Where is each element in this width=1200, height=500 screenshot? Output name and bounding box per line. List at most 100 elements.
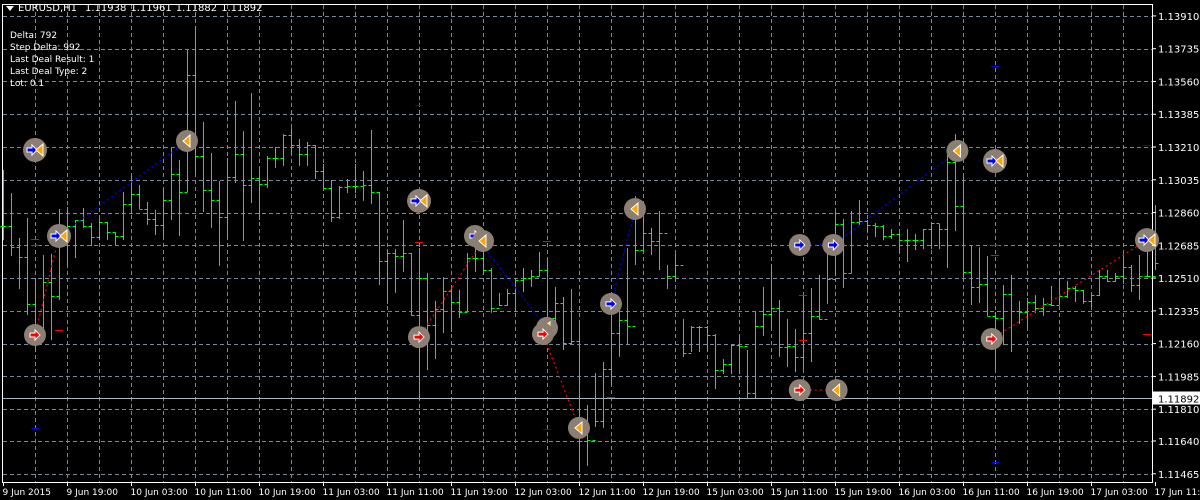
- time-tick-label: 15 Jun 19:00: [835, 488, 892, 498]
- trade-marker-buy-close[interactable]: [47, 223, 71, 248]
- trade-marker-buy[interactable]: [822, 233, 845, 256]
- ohlc-bar: [88, 223, 95, 247]
- ohlc-bar: [768, 264, 775, 328]
- time-axis[interactable]: 9 Jun 2015 9 Jun 19:00 10 Jun 03:00 10 Jun …: [3, 482, 1200, 498]
- ohlc-bar: [896, 232, 903, 253]
- trade-marker-close[interactable]: [472, 230, 494, 253]
- time-tick-label: 10 Jun 03:00: [131, 488, 188, 498]
- trade-marker-buy[interactable]: [600, 292, 622, 315]
- time-tick-label: 17 Jun 03:00: [1091, 488, 1148, 498]
- ohlc-low: 1.11882: [175, 3, 218, 14]
- price-tick-label: 1.13910: [1158, 12, 1199, 23]
- symbol-timeframe: EURUSD,H1: [18, 3, 78, 14]
- ohlc-bar: [432, 300, 439, 359]
- sell-trade-line: [991, 239, 1148, 340]
- ohlc-bar: [984, 255, 991, 317]
- time-tick-label: 10 Jun 11:00: [195, 488, 252, 498]
- ohlc-bar: [1096, 270, 1103, 297]
- trade-marker-buy-close[interactable]: [1135, 228, 1159, 253]
- price-tick-label: 1.11810: [1158, 405, 1199, 416]
- time-tick-label: 9 Jun 19:00: [67, 488, 119, 498]
- time-tick-label: 11 Jun 19:00: [451, 488, 508, 498]
- ohlc-bar: [312, 144, 319, 180]
- time-tick-label: 11 Jun 11:00: [387, 488, 444, 498]
- trade-marker-sell[interactable]: [980, 327, 1003, 350]
- ohlc-bar: [688, 326, 695, 354]
- ohlc-bar: [920, 229, 927, 250]
- ohlc-bar: [224, 158, 231, 239]
- trade-marker-close[interactable]: [568, 416, 590, 439]
- ohlc-bar: [736, 337, 743, 374]
- trade-marker-buy-close[interactable]: [23, 138, 47, 162]
- ohlc-bar: [384, 249, 391, 304]
- dropdown-triangle-icon[interactable]: [6, 6, 14, 11]
- ohlc-bar: [616, 308, 623, 357]
- ohlc-bar: [944, 153, 951, 268]
- ohlc-bar: [960, 176, 967, 278]
- ohlc-bar: [864, 220, 871, 233]
- info-step-delta: Step Delta: 992: [10, 43, 81, 53]
- price-chart[interactable]: 1.13910 1.13735 1.13560 1.13385 1.13210 1.130…: [0, 0, 1200, 500]
- ohlc-bar: [656, 211, 663, 271]
- ohlc-bar: [712, 334, 719, 389]
- ohlc-high: 1.11961: [130, 3, 172, 14]
- trade-marker-close[interactable]: [946, 139, 969, 162]
- time-tick-label: 11 Jun 03:00: [323, 488, 380, 498]
- ohlc-bar: [840, 218, 847, 289]
- trade-marker-close[interactable]: [624, 197, 646, 220]
- time-tick-label: 12 Jun 03:00: [515, 488, 572, 498]
- ohlc-bar: [648, 227, 655, 256]
- ohlc-bar: [856, 200, 863, 225]
- ohlc-bar: [792, 329, 799, 373]
- price-tick-label: 1.13385: [1158, 110, 1199, 121]
- ohlc-bar: [320, 164, 327, 189]
- ohlc-bar: [344, 179, 351, 194]
- trade-marker-sell[interactable]: [408, 326, 430, 349]
- ohlc-bar: [440, 276, 447, 333]
- trade-marker-buy-close[interactable]: [983, 149, 1007, 174]
- ohlc-bar: [672, 253, 679, 283]
- price-tick-label: 1.13035: [1158, 176, 1199, 187]
- time-tick-label: 15 Jun 03:00: [707, 488, 764, 498]
- ohlc-bar: [808, 288, 815, 362]
- trade-marker-close[interactable]: [176, 130, 198, 153]
- price-tick-label: 1.12860: [1158, 209, 1199, 220]
- ohlc-bar: [136, 185, 143, 210]
- trade-marker-close[interactable]: [825, 379, 848, 402]
- ohlc-bar: [24, 217, 31, 315]
- current-price-label: 1.11892: [1158, 395, 1199, 406]
- ohlc-bar: [1120, 253, 1127, 284]
- price-tick-label: 1.12510: [1158, 274, 1199, 285]
- ohlc-bar: [8, 193, 15, 256]
- price-axis[interactable]: 1.13910 1.13735 1.13560 1.13385 1.13210 1.130…: [1152, 12, 1200, 481]
- trade-marker-sell[interactable]: [788, 379, 811, 402]
- ohlc-bar: [392, 249, 399, 293]
- ohlc-bar: [880, 224, 887, 241]
- price-tick-label: 1.13560: [1158, 77, 1199, 88]
- ohlc-bar: [528, 270, 535, 287]
- ohlc-bar: [1040, 297, 1047, 316]
- ohlc-bar: [168, 147, 175, 221]
- ohlc-bar: [696, 326, 703, 353]
- ohlc-bar: [280, 134, 287, 166]
- ohlc-bar: [112, 232, 119, 245]
- ohlc-bar: [456, 289, 463, 318]
- order-levels: [31, 66, 1151, 463]
- ohlc-bar: [40, 255, 47, 338]
- price-tick-label: 1.12685: [1158, 241, 1199, 252]
- buy-trade-line: [610, 208, 636, 305]
- ohlc-bar: [568, 288, 575, 346]
- info-last-deal-type: Last Deal Type: 2: [10, 67, 88, 77]
- ohlc-bar: [600, 361, 607, 428]
- trade-marker-sell[interactable]: [24, 324, 46, 347]
- ohlc-bar: [192, 26, 199, 174]
- ohlc-bar: [512, 277, 519, 312]
- ohlc-bar: [160, 188, 167, 238]
- trade-marker-sell[interactable]: [532, 323, 554, 346]
- ohlc-bar: [720, 358, 727, 374]
- ohlc-bar: [176, 159, 183, 236]
- ohlc-open: 1.11938: [85, 3, 127, 14]
- ohlc-bar: [1112, 273, 1119, 283]
- trade-marker-buy-close[interactable]: [407, 188, 431, 213]
- trade-marker-buy[interactable]: [788, 233, 811, 256]
